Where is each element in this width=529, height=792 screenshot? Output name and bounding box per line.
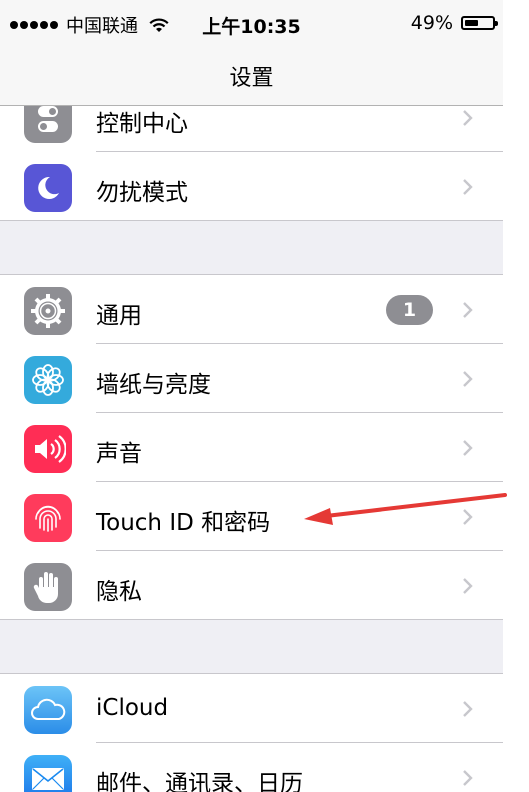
chevron-right-icon (463, 179, 473, 195)
settings-group-3: iCloud 邮件、通讯录、日历 (0, 673, 503, 792)
settings-group-2: 通用 1 墙纸与亮度 声音 Touch ID 和密码 隐私 (0, 274, 503, 620)
chevron-right-icon (463, 371, 473, 387)
settings-row-mail-contacts-calendars[interactable]: 邮件、通讯录、日历 (0, 743, 503, 792)
settings-row-label: 邮件、通讯录、日历 (96, 771, 303, 792)
settings-row-wallpaper[interactable]: 墙纸与亮度 (0, 344, 503, 413)
settings-row-label: iCloud (96, 695, 169, 721)
settings-row-label: 控制中心 (96, 111, 188, 137)
cloud-icon (24, 686, 72, 734)
chevron-right-icon (463, 440, 473, 456)
chevron-right-icon (463, 110, 473, 126)
navigation-bar: 设置 (0, 44, 503, 106)
settings-row-label: 勿扰模式 (96, 180, 188, 206)
speaker-icon (24, 425, 72, 473)
hand-icon (24, 563, 72, 611)
status-right: 49% (410, 12, 498, 34)
gear-icon (24, 287, 72, 335)
battery-icon (461, 16, 498, 30)
settings-row-label: Touch ID 和密码 (96, 510, 271, 536)
flower-icon (24, 356, 72, 404)
settings-row-label: 墙纸与亮度 (96, 372, 211, 398)
annotation-arrow-icon (304, 493, 507, 525)
settings-row-do-not-disturb[interactable]: 勿扰模式 (0, 152, 503, 220)
settings-screen: 中国联通 上午10:35 49% 设置 控制中心 勿扰模式 通用 1 墙纸与亮度… (0, 0, 503, 792)
settings-row-sounds[interactable]: 声音 (0, 413, 503, 482)
page-title: 设置 (229, 66, 274, 91)
notification-badge: 1 (386, 295, 433, 325)
chevron-right-icon (463, 701, 473, 717)
screenshot-margin (503, 0, 529, 792)
chevron-right-icon (463, 770, 473, 786)
battery-percent: 49% (410, 12, 453, 34)
settings-row-privacy[interactable]: 隐私 (0, 551, 503, 619)
settings-row-general[interactable]: 通用 1 (0, 275, 503, 344)
settings-row-icloud[interactable]: iCloud (0, 674, 503, 743)
settings-row-label: 通用 (96, 303, 142, 329)
fingerprint-icon (24, 494, 72, 542)
status-bar: 中国联通 上午10:35 49% (0, 0, 503, 44)
mail-icon (24, 755, 72, 792)
chevron-right-icon (463, 302, 473, 318)
chevron-right-icon (463, 578, 473, 594)
moon-icon (24, 164, 72, 212)
settings-row-label: 隐私 (96, 579, 142, 605)
settings-row-label: 声音 (96, 441, 142, 467)
